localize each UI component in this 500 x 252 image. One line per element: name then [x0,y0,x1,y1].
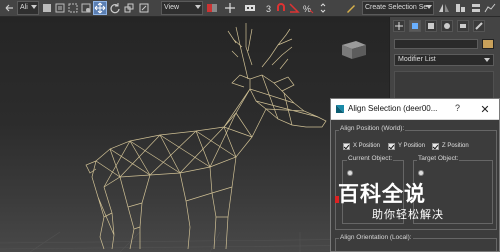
angle-snap-icon[interactable] [288,1,300,15]
svg-text:3: 3 [266,4,271,14]
close-button[interactable]: ✕ [471,100,499,118]
select-manipulate-icon[interactable] [137,1,151,15]
select-by-name-icon[interactable] [54,1,66,15]
undo-icon[interactable] [2,1,16,15]
spinner-snap-icon[interactable] [317,1,329,15]
x-position-label: X Position [353,143,381,149]
move-transform-icon[interactable] [222,1,238,15]
align-orientation-label: Align Orientation (Local): [339,234,413,241]
snap-toggle-icon[interactable]: 3 [265,1,275,15]
main-toolbar: Ali View 3 % Create Selection Se [0,0,500,17]
object-name-field[interactable] [394,39,478,49]
align-position-label: Align Position (World): [339,125,406,132]
current-object-label: Current Object: [347,155,394,162]
object-color-swatch[interactable] [482,39,494,49]
create-tab[interactable] [393,20,405,32]
target-object-label: Target Object: [417,155,460,162]
help-button[interactable]: ? [455,103,460,113]
select-scale-icon[interactable] [123,1,135,15]
mirror-icon[interactable] [438,1,450,15]
object-select-icon[interactable] [41,1,53,15]
layers-icon[interactable] [470,1,482,15]
motion-tab[interactable] [441,20,453,32]
graph-editor-icon[interactable] [484,1,496,15]
current-min-radio[interactable] [347,170,353,176]
z-position-label: Z Position [442,143,469,149]
utilities-tab[interactable] [473,20,485,32]
z-position-checkbox[interactable] [432,143,439,150]
keyboard-shortcut-icon[interactable] [243,1,257,15]
select-rotate-icon[interactable] [109,1,121,15]
percent-snap-icon[interactable]: % [302,1,314,15]
rectangle-region-icon[interactable] [67,1,79,15]
baidu-watermark: 百科全说 助你轻松解决 [335,178,466,226]
hierarchy-tab[interactable] [425,20,437,32]
align-selection-dialog: Align Selection (deer00... ? ✕ Align Pos… [330,98,500,252]
select-move-icon[interactable] [93,1,107,15]
named-selection-set-dropdown[interactable]: Create Selection Se [362,1,434,15]
pivot-center-icon[interactable] [206,1,218,15]
dialog-titlebar[interactable]: Align Selection (deer00... ? ✕ [331,99,499,120]
modify-tab[interactable] [409,20,421,32]
y-position-label: Y Position [398,143,425,149]
named-selection-set-value: Create Selection Se [365,4,428,11]
align-icon[interactable] [453,1,467,15]
target-min-radio[interactable] [418,170,424,176]
x-position-checkbox[interactable] [343,143,350,150]
view-cube-icon [342,41,366,59]
snap-magnet-icon[interactable] [276,1,286,15]
y-position-checkbox[interactable] [388,143,395,150]
edit-named-sets-icon[interactable] [344,1,358,15]
selection-filter-dropdown[interactable]: Ali [17,1,39,15]
window-crossing-icon[interactable] [80,1,92,15]
reference-coord-value: View [164,4,180,11]
watermark-title: 百科全说 [338,182,426,206]
display-tab[interactable] [457,20,469,32]
svg-text:%: % [303,4,311,14]
app-logo-icon [336,105,344,113]
reference-coord-dropdown[interactable]: View [161,1,203,15]
selection-filter-value: Ali [20,4,28,11]
modifier-list-dropdown[interactable]: Modifier List [394,54,494,66]
modifier-list-label: Modifier List [398,56,436,63]
dialog-title: Align Selection (deer00... [348,104,438,113]
watermark-subtitle: 助你轻松解决 [372,208,444,221]
